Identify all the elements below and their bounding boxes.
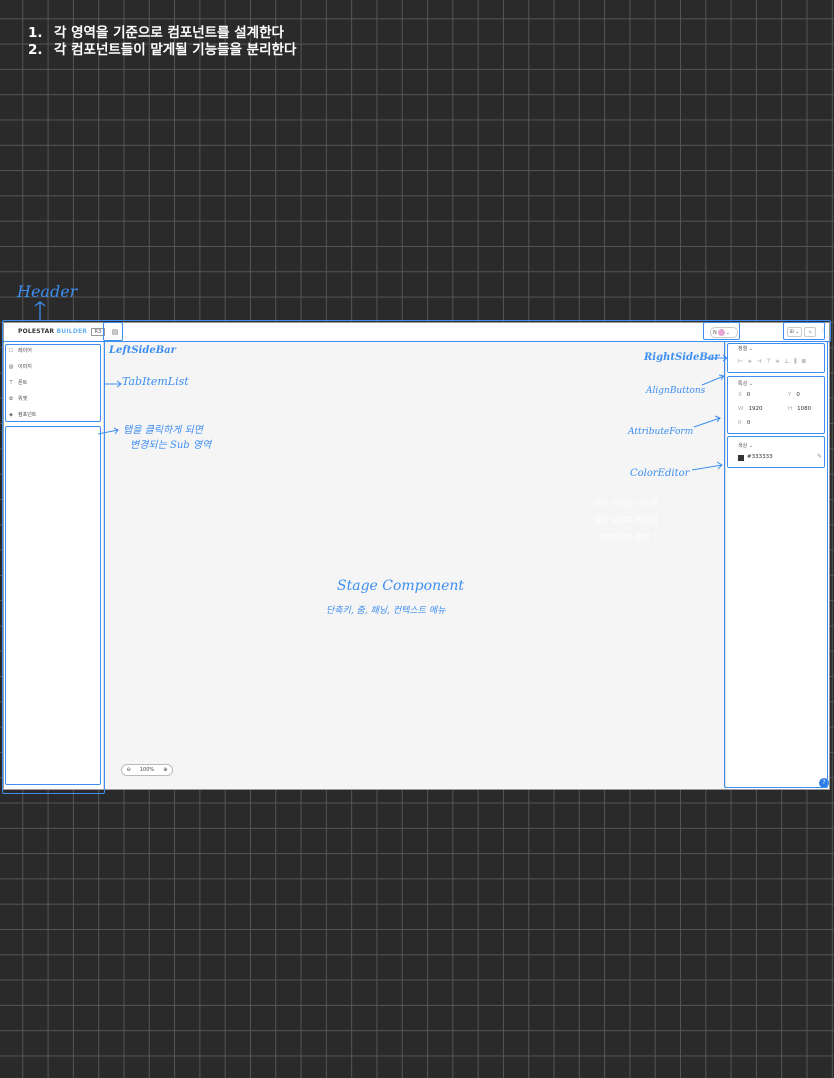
tab-list-arrow <box>104 380 122 388</box>
note-number: 2. <box>28 42 43 58</box>
zoom-level: 100% <box>139 767 155 773</box>
header-annotation: Header <box>17 282 78 301</box>
left-sidebar-annotation: LeftSideBar <box>109 345 176 356</box>
sub-area-annotation-line2: 변경되는 Sub 영역 <box>130 440 212 451</box>
color-editor-annotation: ColorEditor <box>630 468 690 479</box>
align-buttons-outline <box>727 343 825 373</box>
notes-list: 1. 각 영역을 기준으로 컴포넌트를 설계한다 2. 각 컴포넌트들이 맡게될 기… <box>28 25 296 59</box>
user-outline <box>703 322 740 340</box>
note-number: 1. <box>28 25 43 41</box>
note-item: 2. 각 컴포넌트들이 맡게될 기능들을 분리한다 <box>28 42 296 59</box>
actions-outline <box>783 322 825 340</box>
stage-features-annotation: 단축키, 줌, 패닝, 컨텍스트 메뉴 <box>326 606 446 616</box>
align-buttons-arrow <box>701 374 725 386</box>
selection-note-line3: 가변적으로 변함 ! <box>596 533 656 542</box>
tab-item-list-outline <box>5 344 101 422</box>
zoom-in-icon[interactable]: ⊕ <box>163 767 167 773</box>
sub-area-arrow <box>98 427 119 435</box>
zoom-control: ⊖ 100% ⊕ <box>121 764 173 776</box>
note-item: 1. 각 영역을 기준으로 컴포넌트를 설계한다 <box>28 25 296 42</box>
toggle-outline <box>103 322 123 341</box>
attribute-form-annotation: AttributeForm <box>628 427 694 437</box>
align-buttons-annotation: AlignButtons <box>646 386 706 396</box>
attribute-form-outline <box>727 376 825 434</box>
note-text: 각 영역을 기준으로 컴포넌트를 설계한다 <box>54 25 284 41</box>
stage-component-annotation: Stage Component <box>337 578 465 594</box>
zoom-out-icon[interactable]: ⊖ <box>127 767 131 773</box>
selection-note-line1: 내가 선택한 노드에 <box>594 499 658 508</box>
right-sidebar-arrow <box>707 354 728 362</box>
sub-area-annotation-line1: 탭을 클릭하게 되면 <box>123 425 203 436</box>
tab-item-list-annotation: TabItemList <box>122 375 189 388</box>
sub-area-outline <box>5 426 101 785</box>
color-editor-outline <box>727 436 825 468</box>
selection-note-line2: 따라 오른쪽 영역이 <box>594 516 658 525</box>
note-text: 각 컴포넌트들이 맡게될 기능들을 분리한다 <box>54 42 297 58</box>
app-window: POLESTAR BUILDER R3 ▤ N ⌄ ⊞ ⌄ ⤷ ⋮ ☐ 레이어 … <box>3 322 830 790</box>
color-editor-arrow <box>691 461 723 471</box>
attribute-form-arrow <box>693 415 721 428</box>
